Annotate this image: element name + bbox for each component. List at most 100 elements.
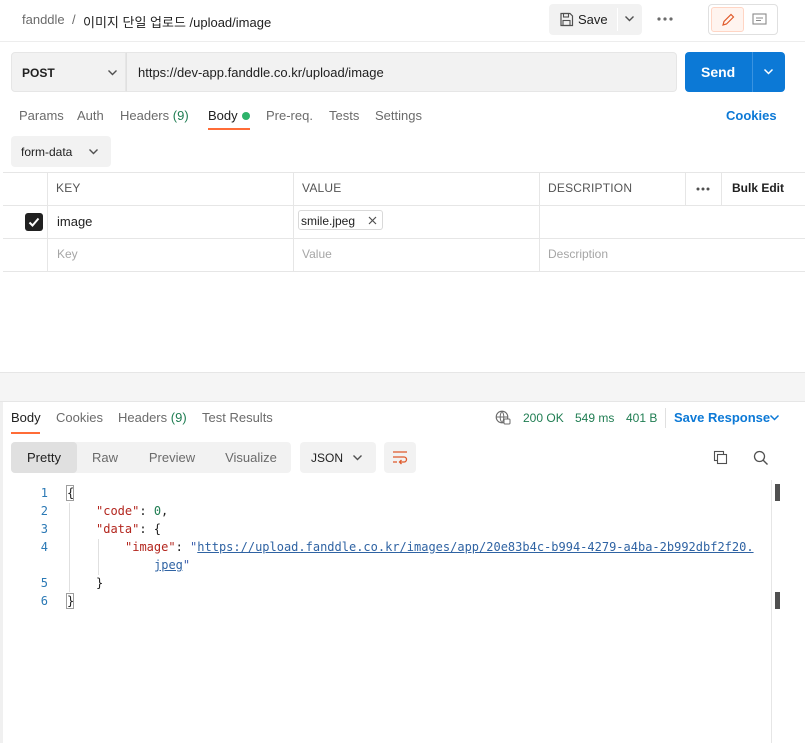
- row-enabled-checkbox[interactable]: [25, 213, 43, 231]
- response-view-tabs: Pretty Raw Preview Visualize: [11, 442, 291, 473]
- tab-body[interactable]: Body: [208, 108, 238, 123]
- line-number: 5: [40, 576, 48, 590]
- json-number: 0: [153, 504, 162, 518]
- chevron-down-icon[interactable]: [763, 68, 774, 76]
- line-number: 2: [40, 504, 48, 518]
- json-line: "image": "https://upload.fanddle.co.kr/i…: [125, 540, 754, 554]
- search-icon[interactable]: [753, 450, 769, 466]
- chevron-down-icon[interactable]: [624, 15, 635, 23]
- column-header-key: KEY: [56, 181, 81, 195]
- description-field[interactable]: [540, 206, 805, 238]
- col-divider: [721, 172, 722, 205]
- response-format-label: JSON: [311, 451, 344, 465]
- new-key-field[interactable]: Key: [57, 247, 78, 261]
- bulk-edit-button[interactable]: Bulk Edit: [732, 181, 784, 195]
- response-tab-body[interactable]: Body: [11, 410, 41, 425]
- indent-guide: [69, 503, 70, 592]
- breadcrumb-separator: /: [72, 12, 76, 27]
- send-button-label: Send: [701, 64, 736, 80]
- view-tab-preview[interactable]: Preview: [133, 442, 211, 473]
- json-brace: {: [67, 486, 75, 500]
- response-tab-headers[interactable]: Headers (9): [118, 410, 187, 425]
- tab-headers-count: (9): [172, 108, 189, 123]
- request-name[interactable]: 이미지 단일 업로드 /upload/image: [83, 12, 271, 31]
- table-row-border: [3, 238, 805, 239]
- image-url-link[interactable]: jpeg: [154, 558, 183, 572]
- chevron-down-icon: [88, 148, 99, 156]
- chevron-down-icon: [107, 69, 118, 77]
- save-button-label: Save: [578, 12, 608, 27]
- divider: [665, 408, 666, 428]
- body-type-label: form-data: [21, 145, 73, 159]
- scrollbar-marker: [775, 592, 780, 609]
- close-icon[interactable]: [368, 216, 377, 225]
- json-key: "data": [96, 522, 140, 536]
- column-header-description: DESCRIPTION: [548, 181, 633, 195]
- url-input[interactable]: https://dev-app.fanddle.co.kr/upload/ima…: [126, 52, 677, 92]
- tab-headers-label: Headers: [120, 108, 170, 123]
- breadcrumb-collection[interactable]: fanddle: [22, 12, 65, 27]
- active-tab-indicator: [11, 432, 40, 434]
- json-line: "code": 0,: [96, 504, 169, 518]
- view-mode-toggle: [708, 4, 778, 35]
- save-icon: [559, 12, 574, 27]
- wrap-lines-button[interactable]: [384, 442, 416, 473]
- indent-guide: [98, 539, 99, 575]
- line-number: 4: [40, 540, 48, 554]
- view-tab-visualize[interactable]: Visualize: [211, 442, 291, 473]
- chevron-down-icon: [352, 454, 363, 462]
- view-tab-pretty[interactable]: Pretty: [11, 442, 77, 473]
- view-tab-raw[interactable]: Raw: [77, 442, 133, 473]
- send-button[interactable]: Send: [685, 52, 785, 92]
- line-number: 3: [40, 522, 48, 536]
- tab-params[interactable]: Params: [19, 108, 64, 123]
- active-tab-indicator: [208, 128, 250, 130]
- body-type-select[interactable]: form-data: [11, 136, 111, 167]
- method-select[interactable]: POST: [11, 52, 126, 92]
- copy-icon[interactable]: [713, 450, 728, 465]
- tab-auth[interactable]: Auth: [77, 108, 104, 123]
- pane-splitter[interactable]: [0, 372, 805, 402]
- response-code-editor[interactable]: [3, 480, 770, 743]
- editor-vertical-scrollbar[interactable]: [771, 480, 772, 743]
- response-tab-headers-count: (9): [170, 410, 187, 425]
- response-size[interactable]: 401 B: [626, 411, 657, 425]
- response-format-select[interactable]: JSON: [300, 442, 376, 473]
- method-label: POST: [22, 66, 55, 80]
- more-horizontal-icon[interactable]: [696, 187, 710, 191]
- tab-settings[interactable]: Settings: [375, 108, 422, 123]
- line-number: 6: [40, 594, 48, 608]
- image-url-link[interactable]: https://upload.fanddle.co.kr/images/app/…: [197, 540, 753, 554]
- tab-tests[interactable]: Tests: [329, 108, 359, 123]
- json-brace: }: [96, 576, 104, 590]
- comment-icon[interactable]: [752, 13, 767, 27]
- column-header-value: VALUE: [302, 181, 342, 195]
- tab-headers[interactable]: Headers (9): [120, 108, 189, 123]
- wrap-lines-icon: [392, 450, 408, 465]
- chevron-down-icon[interactable]: [769, 414, 780, 422]
- more-horizontal-icon[interactable]: [657, 17, 673, 21]
- cookies-link[interactable]: Cookies: [726, 108, 777, 123]
- col-divider: [685, 172, 686, 205]
- json-line-wrapped: jpeg": [154, 558, 191, 572]
- network-globe-icon[interactable]: [495, 410, 511, 426]
- response-tab-headers-label: Headers: [118, 410, 168, 425]
- save-button[interactable]: Save: [549, 4, 642, 35]
- response-tab-test-results[interactable]: Test Results: [202, 410, 273, 425]
- scrollbar-marker: [775, 484, 780, 501]
- response-time[interactable]: 549 ms: [575, 411, 614, 425]
- response-tab-cookies[interactable]: Cookies: [56, 410, 103, 425]
- url-text: https://dev-app.fanddle.co.kr/upload/ima…: [138, 65, 384, 80]
- tab-pre-request[interactable]: Pre-req.: [266, 108, 313, 123]
- body-status-dot: [242, 112, 250, 120]
- response-status[interactable]: 200 OK: [523, 411, 564, 425]
- pencil-icon: [721, 13, 735, 27]
- line-number: 1: [40, 486, 48, 500]
- new-description-field[interactable]: Description: [548, 247, 608, 261]
- json-key: "image": [125, 540, 176, 554]
- json-brace: }: [67, 594, 75, 608]
- param-key[interactable]: image: [57, 214, 92, 229]
- new-value-field[interactable]: Value: [302, 247, 332, 261]
- save-response-button[interactable]: Save Response: [674, 410, 770, 425]
- edit-mode-button[interactable]: [711, 7, 744, 32]
